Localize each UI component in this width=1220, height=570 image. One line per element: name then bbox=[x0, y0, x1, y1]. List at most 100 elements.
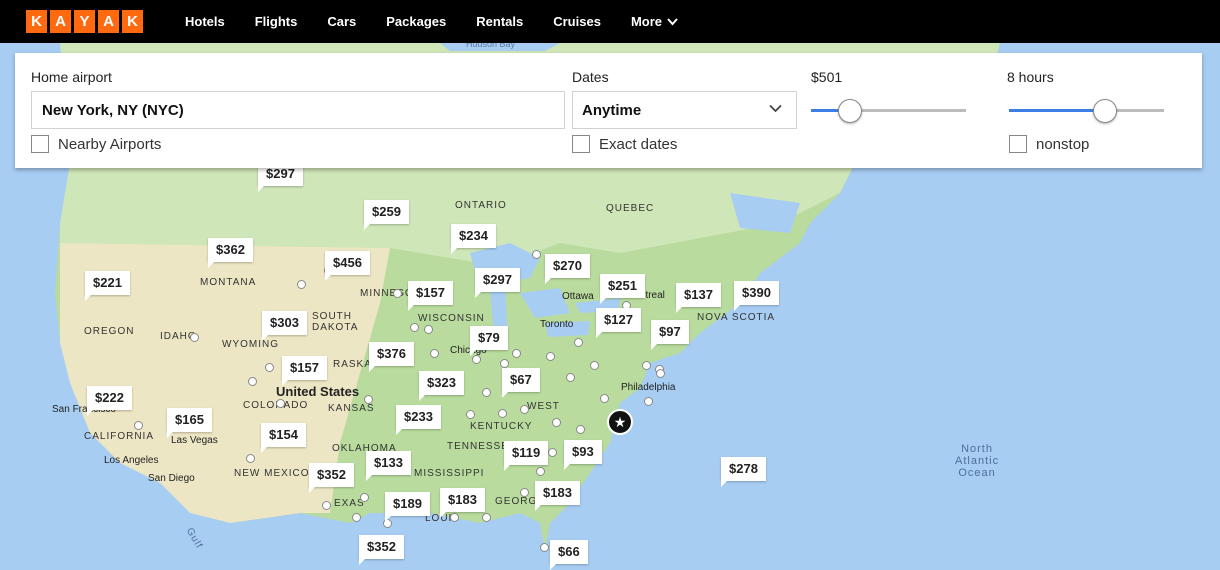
destination-price-tag[interactable]: $79 bbox=[470, 326, 508, 356]
airport-dot[interactable] bbox=[482, 513, 491, 522]
destination-price-tag[interactable]: $259 bbox=[364, 200, 409, 230]
airport-dot[interactable] bbox=[566, 373, 575, 382]
home-airport-star-icon[interactable]: ★ bbox=[607, 409, 633, 435]
destination-price-tag[interactable]: $119 bbox=[504, 441, 549, 471]
airport-dot[interactable] bbox=[364, 395, 373, 404]
airport-dot[interactable] bbox=[265, 363, 274, 372]
destination-price-tag[interactable]: $323 bbox=[419, 371, 464, 401]
airport-dot[interactable] bbox=[472, 355, 481, 364]
map-label-wyoming: WYOMING bbox=[222, 339, 279, 350]
map-label-kansas: KANSAS bbox=[328, 403, 375, 414]
max-price-slider[interactable] bbox=[811, 96, 966, 126]
airport-dot[interactable] bbox=[512, 349, 521, 358]
airport-dot[interactable] bbox=[482, 388, 491, 397]
airport-dot[interactable] bbox=[466, 410, 475, 419]
destination-price-tag[interactable]: $154 bbox=[261, 423, 306, 453]
destination-price-tag[interactable]: $221 bbox=[85, 271, 130, 301]
airport-dot[interactable] bbox=[248, 377, 257, 386]
airport-dot[interactable] bbox=[520, 405, 529, 414]
airport-dot[interactable] bbox=[548, 448, 557, 457]
airport-dot[interactable] bbox=[322, 501, 331, 510]
airport-dot[interactable] bbox=[246, 454, 255, 463]
destination-price-tag[interactable]: $456 bbox=[325, 251, 370, 281]
airport-dot[interactable] bbox=[600, 394, 609, 403]
destination-price-tag[interactable]: $352 bbox=[359, 535, 404, 565]
airport-dot[interactable] bbox=[297, 280, 306, 289]
destination-price-tag[interactable]: $390 bbox=[734, 281, 779, 311]
map-label-nebraska: RASKA bbox=[333, 359, 372, 370]
airport-dot[interactable] bbox=[546, 352, 555, 361]
airport-dot[interactable] bbox=[500, 359, 509, 368]
kayak-logo[interactable]: K A Y A K bbox=[26, 10, 143, 33]
destination-price-tag[interactable]: $270 bbox=[545, 254, 590, 284]
destination-price-tag[interactable]: $165 bbox=[167, 408, 212, 438]
destination-price-tag[interactable]: $278 bbox=[721, 457, 766, 487]
airport-dot[interactable] bbox=[576, 425, 585, 434]
destination-price-tag[interactable]: $251 bbox=[600, 274, 645, 304]
slider-handle[interactable] bbox=[1093, 99, 1118, 123]
nonstop-checkbox[interactable]: nonstop bbox=[1009, 135, 1089, 153]
nav-hotels[interactable]: Hotels bbox=[185, 14, 225, 29]
airport-dot[interactable] bbox=[642, 361, 651, 370]
nav-cars[interactable]: Cars bbox=[327, 14, 356, 29]
airport-dot[interactable] bbox=[644, 397, 653, 406]
nav-flights[interactable]: Flights bbox=[255, 14, 298, 29]
destination-price-tag[interactable]: $303 bbox=[262, 311, 307, 341]
airport-dot[interactable] bbox=[134, 421, 143, 430]
home-airport-input[interactable]: New York, NY (NYC) bbox=[31, 91, 565, 129]
airport-dot[interactable] bbox=[536, 467, 545, 476]
destination-price-tag[interactable]: $362 bbox=[208, 238, 253, 268]
destination-price-tag[interactable]: $222 bbox=[87, 386, 132, 416]
destination-price-tag[interactable]: $93 bbox=[564, 440, 602, 470]
nav-packages[interactable]: Packages bbox=[386, 14, 446, 29]
dates-select[interactable]: Anytime bbox=[572, 91, 797, 129]
airport-dot[interactable] bbox=[424, 325, 433, 334]
nav-more[interactable]: More bbox=[631, 14, 678, 29]
destination-price-tag[interactable]: $66 bbox=[550, 540, 588, 570]
logo-letter: K bbox=[26, 10, 47, 33]
nav-rentals[interactable]: Rentals bbox=[476, 14, 523, 29]
main-nav: Hotels Flights Cars Packages Rentals Cru… bbox=[185, 0, 708, 43]
airport-dot[interactable] bbox=[590, 361, 599, 370]
airport-dot[interactable] bbox=[393, 289, 402, 298]
map-label-california: CALIFORNIA bbox=[84, 431, 155, 442]
checkbox-box[interactable] bbox=[1009, 135, 1027, 153]
airport-dot[interactable] bbox=[498, 409, 507, 418]
checkbox-box[interactable] bbox=[572, 135, 590, 153]
airport-dot[interactable] bbox=[540, 543, 549, 552]
nav-cruises[interactable]: Cruises bbox=[553, 14, 601, 29]
destination-price-tag[interactable]: $352 bbox=[309, 463, 354, 493]
destination-price-tag[interactable]: $297 bbox=[475, 268, 520, 298]
destination-price-tag[interactable]: $137 bbox=[676, 283, 721, 313]
destination-price-tag[interactable]: $127 bbox=[596, 308, 641, 338]
airport-dot[interactable] bbox=[520, 488, 529, 497]
airport-dot[interactable] bbox=[430, 349, 439, 358]
airport-dot[interactable] bbox=[360, 493, 369, 502]
airport-dot[interactable] bbox=[532, 250, 541, 259]
destination-price-tag[interactable]: $157 bbox=[408, 281, 453, 311]
destination-price-tag[interactable]: $97 bbox=[651, 320, 689, 350]
exact-dates-checkbox[interactable]: Exact dates bbox=[572, 135, 677, 153]
destination-price-tag[interactable]: $67 bbox=[502, 368, 540, 398]
slider-handle[interactable] bbox=[837, 99, 862, 123]
destination-price-tag[interactable]: $233 bbox=[396, 405, 441, 435]
destination-price-tag[interactable]: $183 bbox=[535, 481, 580, 511]
checkbox-box[interactable] bbox=[31, 135, 49, 153]
destination-price-tag[interactable]: $157 bbox=[282, 356, 327, 386]
airport-dot[interactable] bbox=[656, 369, 665, 378]
destination-price-tag[interactable]: $189 bbox=[385, 492, 430, 522]
destination-price-tag[interactable]: $234 bbox=[451, 224, 496, 254]
airport-dot[interactable] bbox=[410, 323, 419, 332]
destination-price-tag[interactable]: $133 bbox=[366, 451, 411, 481]
destination-price-tag[interactable]: $376 bbox=[369, 342, 414, 372]
airport-dot[interactable] bbox=[574, 338, 583, 347]
airport-dot[interactable] bbox=[276, 399, 285, 408]
airport-dot[interactable] bbox=[352, 513, 361, 522]
airport-dot[interactable] bbox=[190, 333, 199, 342]
destination-price-tag[interactable]: $183 bbox=[440, 488, 485, 518]
map-city-philadelphia: Philadelphia bbox=[621, 382, 676, 393]
max-duration-slider[interactable] bbox=[1009, 96, 1164, 126]
nearby-airports-checkbox[interactable]: Nearby Airports bbox=[31, 135, 161, 153]
airport-dot[interactable] bbox=[552, 418, 561, 427]
airport-dot[interactable] bbox=[450, 513, 459, 522]
